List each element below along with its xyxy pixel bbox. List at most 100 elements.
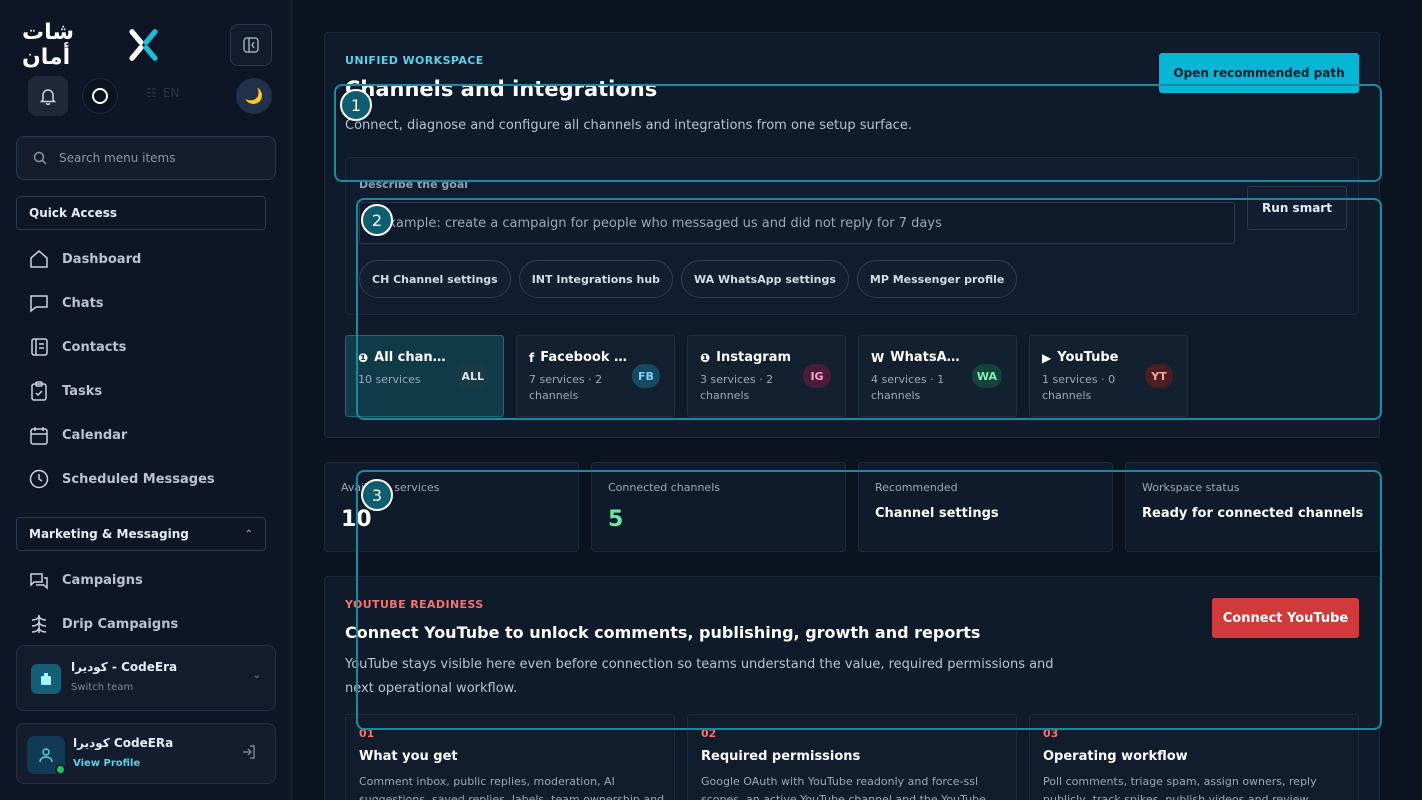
tile-title: f Facebook … (529, 350, 629, 365)
online-status-dot (55, 764, 66, 775)
tile-subtitle: 1 services · 0 channels (1042, 373, 1116, 402)
view-profile-link[interactable]: View Profile (73, 758, 140, 769)
youtube-icon: ▶ (1042, 350, 1052, 365)
stat-label: Workspace status (1142, 481, 1240, 494)
tile-all-channels[interactable]: ❶ All chan… 10 services ALL (345, 335, 504, 417)
tile-badge: ALL (456, 364, 489, 388)
run-smart-button[interactable]: Run smart (1247, 186, 1347, 230)
chevron-down-icon: ⌄ (252, 670, 261, 681)
yt-card-operating-workflow: 03 Operating workflow Poll comments, tri… (1029, 714, 1359, 800)
tile-title: ❶ Instagram (700, 350, 800, 365)
youtube-info-cards: 01 What you get Comment inbox, public re… (345, 714, 1359, 800)
step-text: Poll comments, triage spam, assign owner… (1043, 775, 1317, 800)
yt-card-what-you-get: 01 What you get Comment inbox, public re… (345, 714, 675, 800)
stat-label: Connected channels (608, 481, 720, 494)
team-switcher[interactable]: كوديرا - CodeEra Switch team ⌄ (16, 645, 276, 711)
sidebar-item-campaigns[interactable]: Campaigns (28, 568, 143, 592)
tile-name: Facebook … (540, 350, 627, 365)
youtube-title: Connect YouTube to unlock comments, publ… (345, 623, 981, 642)
search-icon (33, 151, 47, 165)
sidebar-item-label: Contacts (62, 339, 127, 355)
tile-whatsapp[interactable]: W WhatsA… 4 services · 1 channels WA (858, 335, 1017, 417)
profile-card: كوديرا CodeERa View Profile (16, 723, 276, 784)
logo-text: شات أمان (22, 20, 75, 70)
page-title: Channels and integrations (345, 77, 658, 101)
building-icon (41, 673, 51, 685)
language-label: EN (162, 86, 180, 100)
quick-access-section[interactable]: Quick Access (16, 196, 266, 230)
quick-access-label: Quick Access (29, 206, 118, 220)
connect-youtube-button[interactable]: Connect YouTube (1212, 598, 1359, 638)
tile-badge: YT (1145, 364, 1173, 388)
status-ring-icon (92, 88, 108, 104)
stat-recommended: Recommended Channel settings (858, 462, 1113, 552)
chip-whatsapp-settings[interactable]: WA WhatsApp settings (681, 260, 849, 298)
step-title: Required permissions (701, 749, 861, 764)
stat-connected-channels: Connected channels 5 (591, 462, 846, 552)
sidebar-item-calendar[interactable]: Calendar (28, 423, 127, 447)
chip-integrations-hub[interactable]: INT Integrations hub (518, 260, 674, 298)
step-number: 02 (701, 727, 717, 740)
tile-instagram[interactable]: ❶ Instagram 3 services · 2 channels IG (687, 335, 846, 417)
youtube-description: YouTube stays visible here even before c… (345, 657, 1054, 696)
step-number: 03 (1043, 727, 1059, 740)
step-text: Google OAuth with YouTube readonly and f… (701, 775, 986, 800)
goal-panel: Describe the goal Run smart CH Channel s… (345, 157, 1359, 315)
logout-button[interactable] (241, 744, 257, 764)
main-content: UNIFIED WORKSPACE Channels and integrati… (292, 0, 1422, 800)
stat-label: Available services (341, 481, 440, 494)
logout-icon (243, 745, 255, 759)
page-description: Connect, diagnose and configure all chan… (345, 118, 912, 133)
search-input[interactable] (59, 151, 259, 165)
stat-value: Channel settings (875, 506, 999, 521)
youtube-eyebrow: YOUTUBE READINESS (345, 598, 484, 611)
step-title: Operating workflow (1043, 749, 1188, 764)
chip-messenger-profile[interactable]: MP Messenger profile (856, 260, 1018, 298)
tile-subtitle: 3 services · 2 channels (700, 373, 774, 402)
goal-label: Describe the goal (359, 178, 469, 191)
sidebar-item-tasks[interactable]: Tasks (28, 379, 102, 403)
whatsapp-icon: W (871, 350, 885, 365)
sidebar-toolbar: ☷ EN 🌙 (28, 76, 272, 116)
campaign-icon (30, 573, 48, 590)
stat-available-services: Available services 10 (324, 462, 579, 552)
sidebar-item-label: Calendar (62, 427, 128, 443)
facebook-icon: f (529, 350, 535, 365)
open-recommended-path-button[interactable]: Open recommended path (1159, 53, 1359, 93)
sidebar-item-label: Dashboard (62, 251, 142, 267)
moon-icon: 🌙 (244, 87, 264, 105)
notifications-button[interactable] (28, 76, 68, 116)
tile-youtube[interactable]: ▶ YouTube 1 services · 0 channels YT (1029, 335, 1188, 417)
tasks-icon (31, 381, 47, 401)
sidebar-item-label: Drip Campaigns (62, 616, 179, 632)
theme-toggle-button[interactable]: 🌙 (236, 78, 272, 114)
sidebar-item-contacts[interactable]: Contacts (28, 335, 126, 359)
chip-channel-settings[interactable]: CH Channel settings (359, 260, 511, 298)
collapse-sidebar-button[interactable] (230, 24, 272, 66)
goal-input[interactable] (359, 202, 1235, 244)
channels-icon: ❶ (358, 350, 369, 365)
tile-title: ❶ All chan… (358, 350, 458, 365)
sidebar-item-drip-campaigns[interactable]: Drip Campaigns (28, 612, 178, 636)
bell-icon (39, 89, 57, 105)
marketing-section[interactable]: Marketing & Messaging ⌃ (16, 517, 266, 551)
presence-status-button[interactable] (82, 78, 118, 114)
stat-label: Recommended (875, 481, 958, 494)
yt-card-required-permissions: 02 Required permissions Google OAuth wit… (687, 714, 1017, 800)
team-name: كوديرا - CodeEra (71, 660, 178, 674)
clock-icon (29, 469, 49, 489)
app-logo[interactable]: شات أمان (22, 20, 162, 70)
tile-badge: FB (632, 364, 660, 388)
tile-badge: IG (803, 364, 831, 388)
language-switch[interactable]: ☷ EN (146, 86, 179, 100)
youtube-readiness-card: YOUTUBE READINESS Connect YouTube to unl… (324, 576, 1380, 800)
sidebar-item-chats[interactable]: Chats (28, 291, 104, 315)
tile-facebook[interactable]: f Facebook … 7 services · 2 channels FB (516, 335, 675, 417)
sidebar-item-dashboard[interactable]: Dashboard (28, 247, 141, 271)
stat-value: Ready for connected channels (1142, 506, 1364, 521)
tile-name: Instagram (716, 350, 792, 365)
tile-title: ▶ YouTube (1042, 350, 1142, 365)
sidebar-item-scheduled-messages[interactable]: Scheduled Messages (28, 467, 215, 491)
tile-title: W WhatsA… (871, 350, 971, 365)
contacts-icon (31, 338, 48, 356)
